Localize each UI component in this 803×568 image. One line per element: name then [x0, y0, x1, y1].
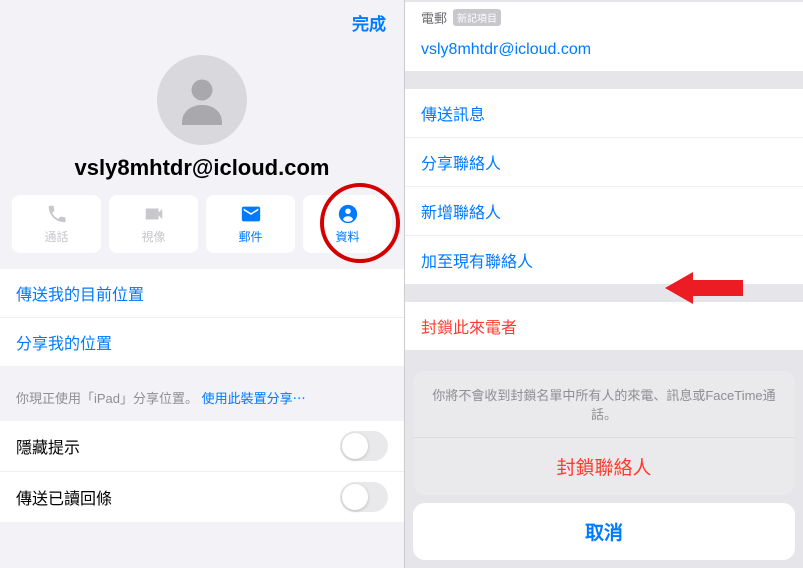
add-existing-contact[interactable]: 加至現有聯絡人 [405, 236, 803, 284]
info-button[interactable]: 資料 [303, 195, 392, 253]
hide-alerts-switch[interactable] [340, 431, 388, 461]
video-label: 視像 [141, 228, 165, 245]
contact-actions-group: 傳送訊息 分享聯絡人 新增聯絡人 加至現有聯絡人 [405, 89, 803, 284]
info-pane: 電郵 新記項目 vsly8mhtdr@icloud.com 傳送訊息 分享聯絡人… [405, 0, 803, 568]
share-contact[interactable]: 分享聯絡人 [405, 138, 803, 187]
hide-alerts-label: 隱藏提示 [16, 434, 80, 458]
cancel-button[interactable]: 取消 [413, 503, 795, 560]
contact-name: vsly8mhtdr@icloud.com [0, 155, 404, 181]
mail-button[interactable]: 郵件 [206, 195, 295, 253]
email-group: 電郵 新記項目 vsly8mhtdr@icloud.com [405, 2, 803, 71]
location-group: 傳送我的目前位置 分享我的位置 [0, 269, 404, 366]
left-header: 完成 [0, 0, 404, 45]
recent-badge: 新記項目 [453, 9, 501, 26]
block-this-caller[interactable]: 封鎖此來電者 [405, 302, 803, 350]
send-read-row: 傳送已讀回條 [0, 472, 404, 522]
action-row: 通話 視像 郵件 資料 [0, 181, 404, 269]
info-label: 資料 [335, 228, 359, 245]
use-this-device-link[interactable]: 使用此裝置分享⋯ [202, 391, 306, 406]
send-read-switch[interactable] [340, 482, 388, 512]
share-footnote: 你現正使用「iPad」分享位置。 使用此裝置分享⋯ [0, 380, 404, 421]
avatar [157, 55, 247, 145]
call-button: 通話 [12, 195, 101, 253]
email-header: 電郵 新記項目 [405, 2, 803, 29]
red-circle-annotation [320, 183, 400, 263]
phone-icon [46, 203, 68, 225]
person-icon [172, 70, 232, 130]
send-current-location[interactable]: 傳送我的目前位置 [0, 269, 404, 318]
email-value[interactable]: vsly8mhtdr@icloud.com [405, 29, 803, 71]
call-label: 通話 [44, 228, 68, 245]
send-read-label: 傳送已讀回條 [16, 485, 112, 509]
action-sheet: 你將不會收到封鎖名單中所有人的來電、訊息或FaceTime通話。 封鎖聯絡人 取… [405, 371, 803, 568]
person-circle-icon [337, 203, 359, 225]
block-contact-confirm[interactable]: 封鎖聯絡人 [413, 438, 795, 495]
new-contact[interactable]: 新增聯絡人 [405, 187, 803, 236]
contact-detail-pane: 完成 vsly8mhtdr@icloud.com 通話 視像 郵件 資料 傳送我… [0, 0, 405, 568]
done-button[interactable]: 完成 [352, 10, 386, 35]
mail-icon [240, 203, 262, 225]
sheet-message: 你將不會收到封鎖名單中所有人的來電、訊息或FaceTime通話。 [413, 371, 795, 438]
email-label: 電郵 [421, 8, 447, 27]
footnote-text: 你現正使用「iPad」分享位置。 [16, 391, 198, 406]
toggle-group: 隱藏提示 傳送已讀回條 [0, 421, 404, 522]
video-button: 視像 [109, 195, 198, 253]
hide-alerts-row: 隱藏提示 [0, 421, 404, 472]
send-message[interactable]: 傳送訊息 [405, 89, 803, 138]
video-icon [143, 203, 165, 225]
share-my-location[interactable]: 分享我的位置 [0, 318, 404, 366]
block-group: 封鎖此來電者 [405, 302, 803, 350]
right-top: 電郵 新記項目 vsly8mhtdr@icloud.com 傳送訊息 分享聯絡人… [405, 0, 803, 350]
mail-label: 郵件 [238, 228, 262, 245]
avatar-wrap [0, 55, 404, 145]
